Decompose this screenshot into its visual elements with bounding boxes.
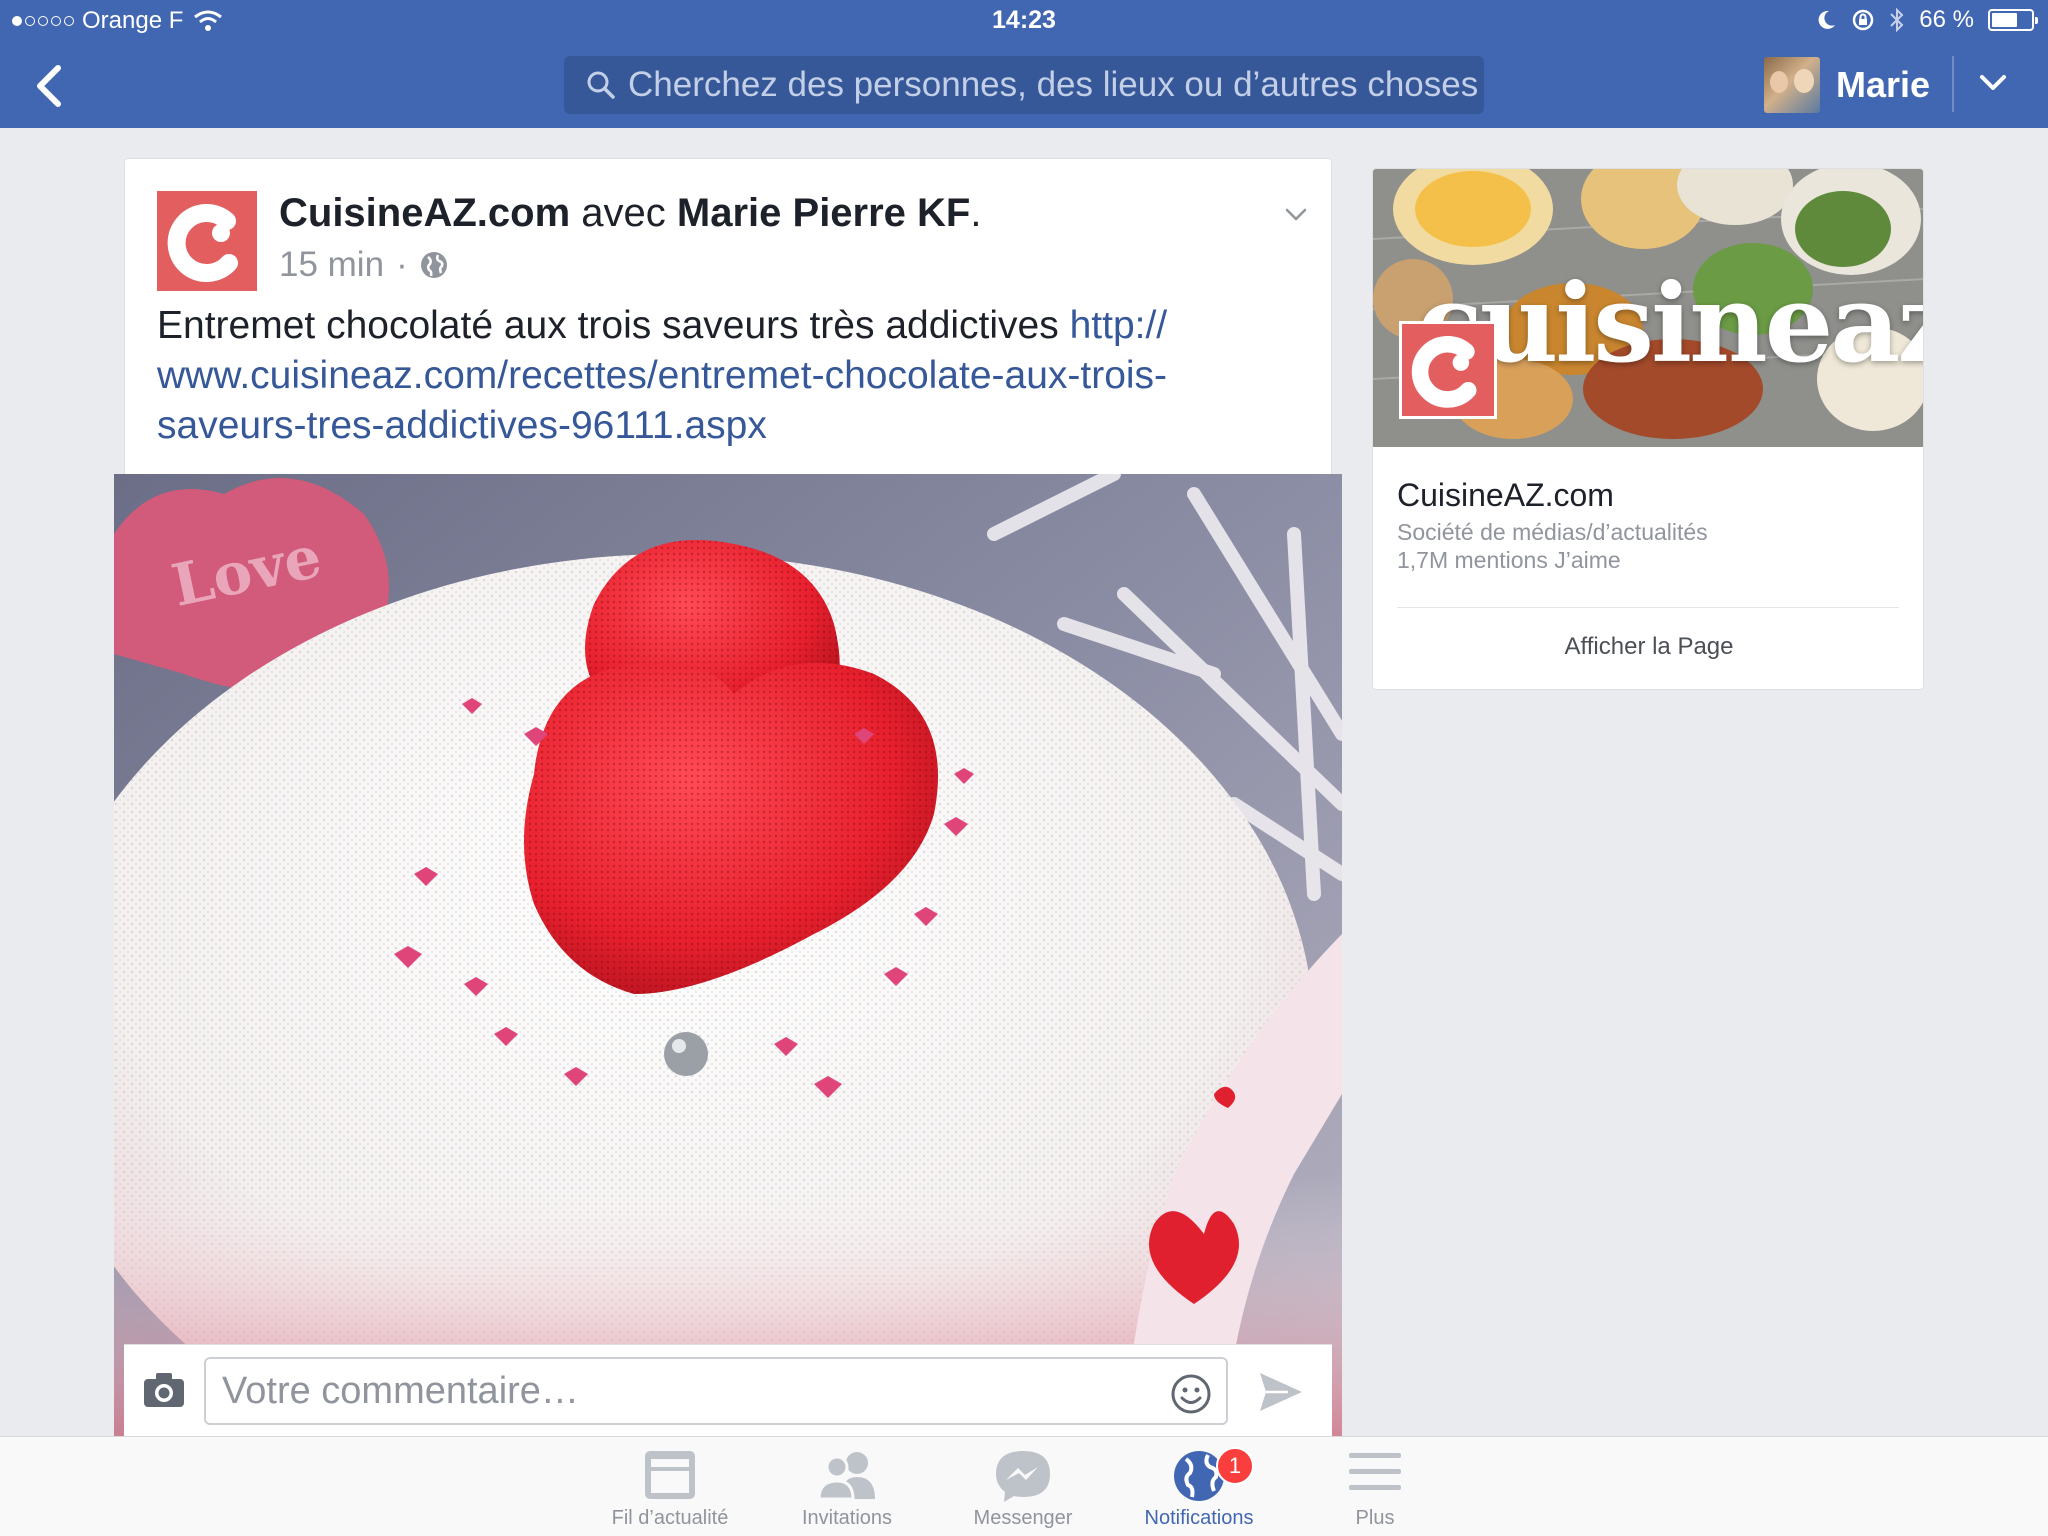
meta-separator: · [396,245,408,284]
tab-news-feed[interactable]: Fil d’actualité [582,1437,758,1536]
tab-messenger[interactable]: Messenger [935,1437,1111,1536]
tagged-user-link[interactable]: Marie Pierre KF [677,191,970,235]
card-divider [1397,607,1899,608]
messenger-icon [996,1451,1050,1502]
with-word: avec [581,191,666,235]
back-chevron-icon[interactable] [28,60,72,112]
page-logo [1399,321,1497,419]
comment-field[interactable] [204,1357,1228,1425]
tab-label: Fil d’actualité [611,1507,729,1529]
comment-bar [124,1344,1332,1438]
post-photo[interactable]: Love [114,474,1342,1436]
search-input[interactable] [628,65,1478,105]
chevron-down-icon[interactable] [1976,66,2010,100]
globe-icon [420,252,447,278]
page-category: Société de médias/d’actualités [1397,519,1708,545]
post-message: Entremet chocolaté aux trois saveurs trè… [157,301,1307,451]
camera-icon[interactable] [142,1369,186,1409]
clock: 14:23 [992,6,1056,34]
tab-label: Plus [1355,1507,1395,1529]
smiley-icon[interactable] [1170,1373,1212,1415]
post-link-line2[interactable]: www.cuisineaz.com/recettes/entremet-choc… [157,354,1167,397]
tab-invitations[interactable]: Invitations [759,1437,935,1536]
post-link-line1[interactable]: http:// [1070,304,1168,347]
search-icon [587,71,615,99]
profile-button[interactable]: Marie [1764,54,1930,116]
post-link-line3[interactable]: saveurs-tres-addictives-96111.aspx [157,404,767,447]
status-right: 66 % [1815,6,2038,34]
search-bar[interactable] [564,56,1484,114]
status-bar: Orange F 14:23 66 % [0,0,2048,42]
post-header: CuisineAZ.com avec Marie Pierre KF. [279,191,982,236]
friends-icon [817,1452,875,1501]
post-time[interactable]: 15 min [279,245,384,285]
comment-input[interactable] [222,1369,1142,1413]
menu-icon [1349,1453,1401,1490]
cuisineaz-logo[interactable] [157,191,257,291]
tab-label: Notifications [1144,1507,1254,1529]
cake-photo-illustration: Love [114,474,1342,1436]
moon-icon [1818,10,1836,29]
tab-bar: Fil d’actualité Invitations Messenger No… [0,1436,2048,1536]
user-name: Marie [1836,64,1931,105]
page-card: cuisineaz CuisineAZ.com Société de média… [1372,168,1924,690]
news-feed-icon [645,1451,695,1499]
page-cover[interactable]: cuisineaz [1373,169,1923,447]
notification-badge: 1 [1216,1447,1254,1485]
rotation-lock-icon [1853,9,1874,31]
battery-percent: 66 % [1919,6,1974,33]
tab-more[interactable]: Plus [1287,1437,1463,1536]
post-text: Entremet chocolaté aux trois saveurs trè… [157,304,1070,347]
nav-divider [1952,56,1954,112]
header-period: . [970,191,982,235]
tab-label: Invitations [801,1507,893,1529]
battery-fill [1992,13,2017,27]
post-meta: 15 min · [279,245,448,285]
battery-icon [1988,9,2038,31]
send-icon[interactable] [1258,1371,1304,1413]
bluetooth-icon [1890,7,1904,33]
tab-notifications[interactable]: Notifications [1111,1437,1287,1536]
page-likes: 1,7M mentions J’aime [1397,547,1621,573]
view-page-button[interactable]: Afficher la Page [1373,633,1923,661]
tab-label: Messenger [973,1507,1073,1529]
top-bar: Orange F 14:23 66 % Cherchez des personn… [0,0,2048,128]
avatar [1764,57,1820,113]
post-options-chevron-icon[interactable] [1281,199,1311,229]
page-title[interactable]: CuisineAZ.com [1397,477,1614,514]
page-name-link[interactable]: CuisineAZ.com [279,191,570,235]
